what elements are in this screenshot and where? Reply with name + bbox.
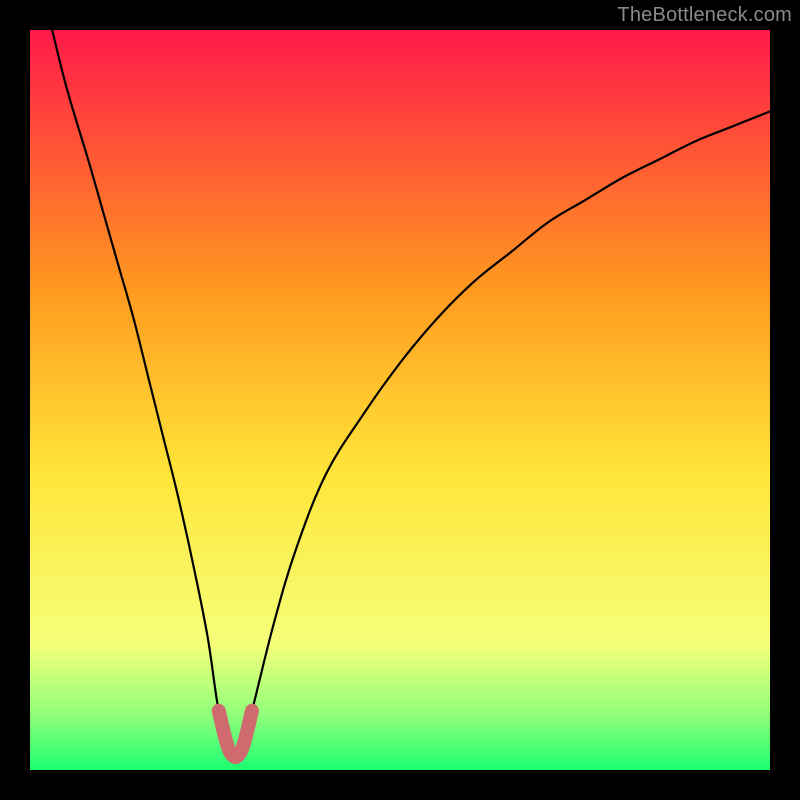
bottleneck-curve (52, 30, 770, 757)
curve-highlight (219, 711, 252, 757)
chart-stage: TheBottleneck.com (0, 0, 800, 800)
watermark-text: TheBottleneck.com (617, 4, 792, 27)
curve-overlay (30, 30, 770, 770)
